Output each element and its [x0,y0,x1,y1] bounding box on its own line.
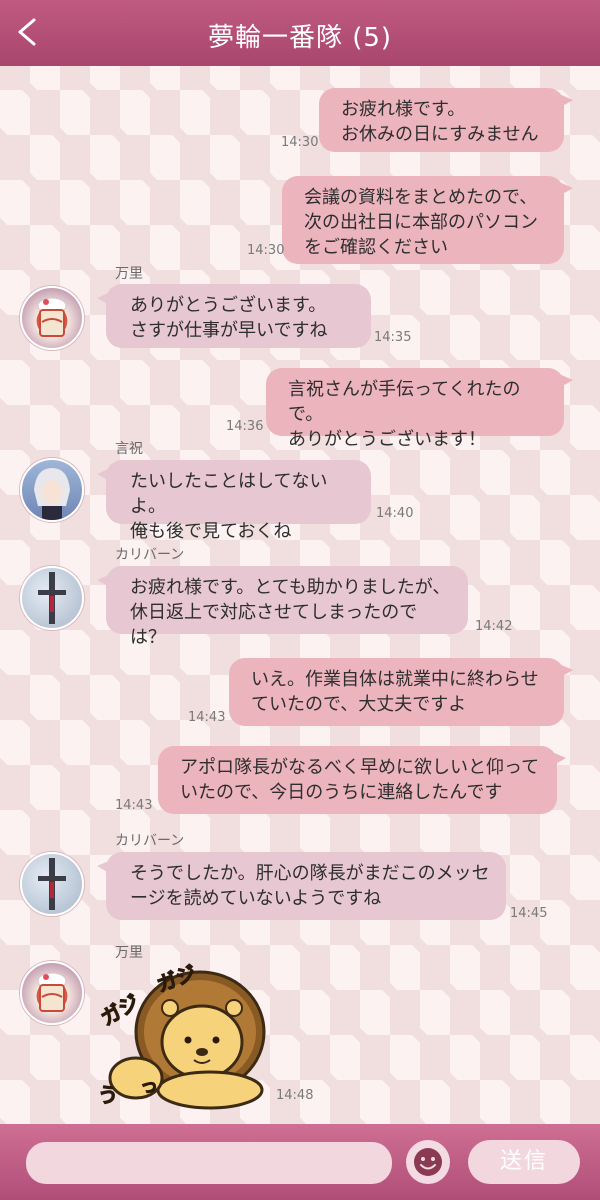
sword-icon [38,858,66,910]
avatar-banri[interactable] [20,961,84,1025]
sender-name: 万里 [115,266,143,282]
dessert-cup-icon [37,972,67,1012]
svg-text:っ: っ [140,1076,158,1097]
message-time: 14:36 [226,419,264,434]
sword-icon [38,572,66,624]
character-portrait-icon [34,468,70,520]
avatar-banri[interactable] [20,286,84,350]
avatar-caliburn[interactable] [20,852,84,916]
svg-text:う: う [100,1083,118,1107]
sender-name: カリバーン [115,547,185,563]
message-time: 14:43 [115,798,153,813]
chat-input-bar: 送信 [0,1124,600,1200]
back-button[interactable] [10,12,46,52]
message-time: 14:35 [374,330,412,345]
lion-sticker[interactable]: ガジ ガジ う っ [96,960,280,1112]
sender-name: 言祝 [115,441,143,457]
avatar-kotohogi[interactable] [20,458,84,522]
message-time: 14:30 [281,135,319,150]
message-bubble-outgoing: 会議の資料をまとめたので、 次の出社日に本部のパソコン をご確認ください [282,176,573,264]
message-list: お疲れ様です。 お休みの日にすみません 14:30 会議の資料をまとめたので、 … [0,66,600,1124]
message-bubble-outgoing: お疲れ様です。 お休みの日にすみません [319,88,573,152]
message-time: 14:40 [376,506,414,521]
emoji-button[interactable] [406,1140,450,1184]
message-bubble-outgoing: いえ。作業自体は就業中に終わらせ ていたので、大丈夫ですよ [229,658,573,726]
message-time: 14:30 [247,243,285,258]
message-time: 14:43 [188,710,226,725]
sender-name: 万里 [115,945,143,961]
message-time: 14:45 [510,906,548,921]
send-button[interactable]: 送信 [468,1140,580,1184]
message-bubble-incoming: そうでしたか。肝心の隊長がまだこのメッセ ージを読めていないようですね [97,852,506,920]
avatar-caliburn[interactable] [20,566,84,630]
message-bubble-outgoing: アポロ隊長がなるべく早めに欲しいと仰って いたので、今日のうちに連絡したんです [158,746,566,814]
message-bubble-outgoing: 言祝さんが手伝ってくれたので。 ありがとうございます！ [266,368,573,450]
message-bubble-incoming: お疲れ様です。とても助かりましたが、 休日返上で対応させてしまったのでは？ [97,566,468,648]
message-time: 14:48 [276,1088,314,1103]
sender-name: カリバーン [115,833,185,849]
chevron-left-icon [18,18,36,46]
message-bubble-incoming: たいしたことはしてないよ。 俺も後で見ておくね [97,460,371,542]
chat-title: 夢輪一番隊 (5) [207,23,393,53]
message-input[interactable] [26,1142,392,1184]
smiley-face-icon [414,1148,442,1176]
dessert-cup-icon [37,297,67,337]
lion-icon: ガジ ガジ う っ [96,960,266,1110]
message-time: 14:42 [475,619,513,634]
message-bubble-incoming: ありがとうございます。 さすが仕事が早いですね [97,284,371,348]
chat-header: 夢輪一番隊 (5) [0,0,600,66]
